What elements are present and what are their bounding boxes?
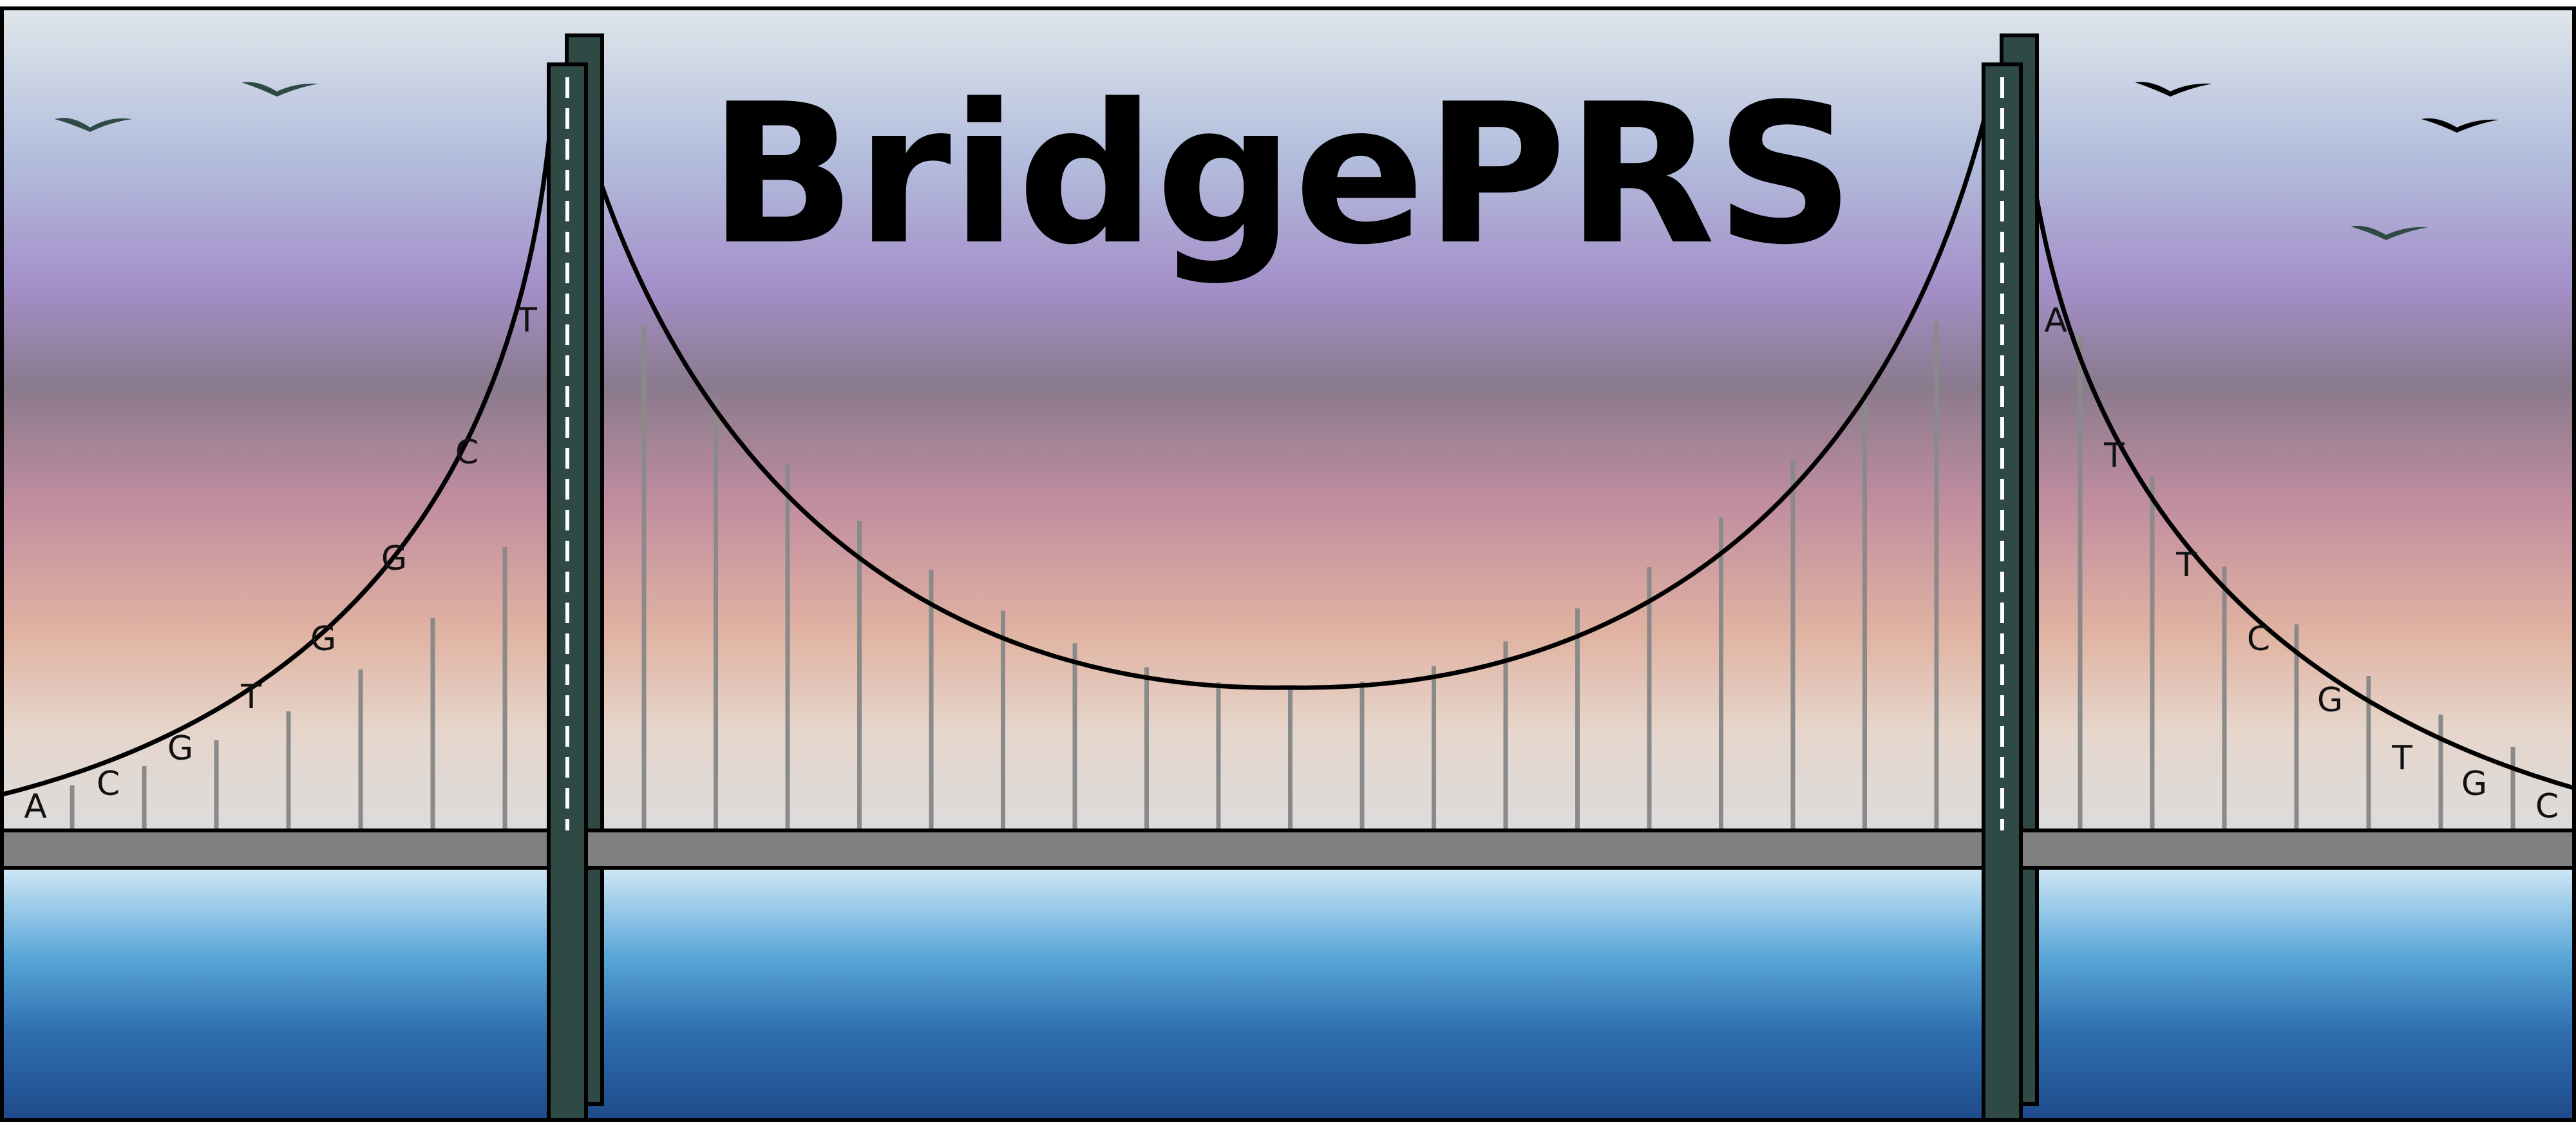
bridge-scene: BridgePRS A C G T G G C T A T T C G T G C	[0, 6, 2576, 1122]
nucleotide-letter: C	[2535, 787, 2559, 826]
nucleotide-letter: T	[516, 301, 537, 340]
nucleotide-letter: T	[240, 678, 261, 716]
nucleotide-letter: G	[310, 620, 336, 659]
nucleotide-letter: A	[2044, 301, 2067, 340]
nucleotide-letter: G	[167, 729, 193, 768]
nucleotide-letter: T	[2103, 436, 2125, 475]
nucleotide-letter: A	[24, 787, 47, 826]
nucleotide-letter: G	[2461, 765, 2487, 803]
nucleotide-letter: G	[381, 539, 407, 578]
nucleotide-letter: C	[2247, 620, 2270, 659]
nucleotide-letter: G	[2317, 681, 2343, 720]
nucleotide-letter: C	[455, 433, 478, 472]
page-title: BridgePRS	[708, 62, 1854, 287]
nucleotide-letter: T	[2391, 739, 2412, 778]
nucleotide-letter: T	[2175, 546, 2197, 585]
nucleotide-letter: C	[97, 765, 120, 803]
bridge-deck	[0, 829, 2576, 870]
water	[2, 868, 2574, 1120]
